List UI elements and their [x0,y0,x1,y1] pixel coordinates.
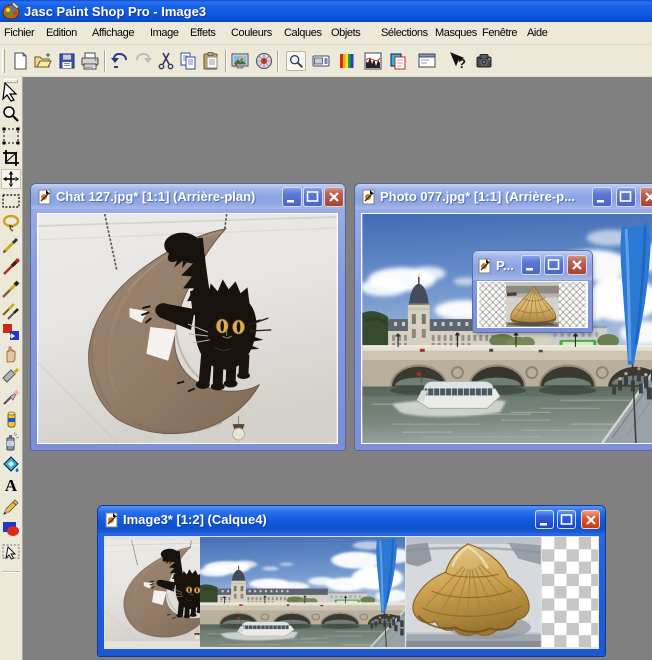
svg-text:A: A [5,476,18,495]
svg-text:?: ? [458,56,466,71]
